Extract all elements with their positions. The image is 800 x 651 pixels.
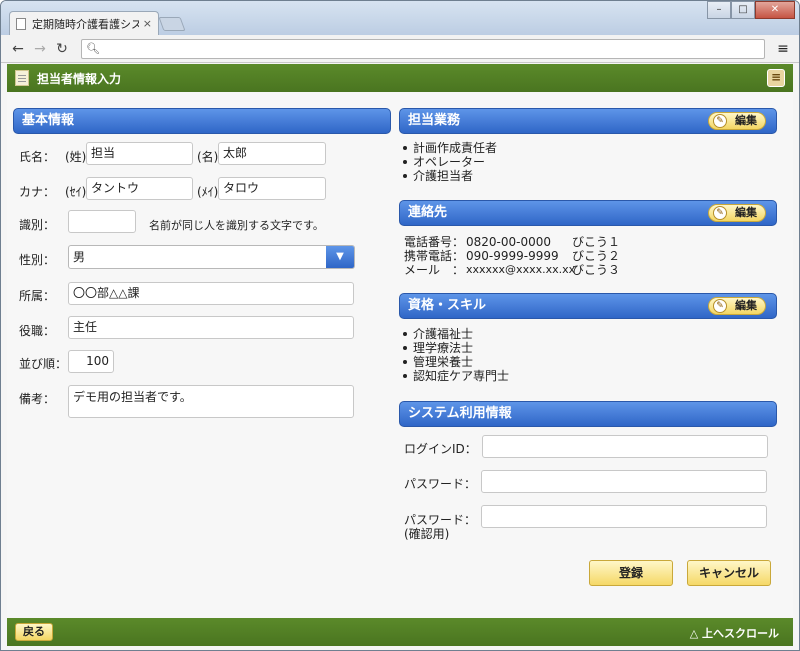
skills-header: 資格・スキル ✎ 編集 bbox=[399, 293, 777, 319]
contact-note: びこう３ bbox=[572, 263, 621, 277]
browser-toolbar: ← → ↻ 🔍︎ ≡ bbox=[1, 35, 799, 63]
contact-label: 電話番号： bbox=[404, 235, 465, 249]
kana-sei-label: (ｾｲ) bbox=[65, 185, 87, 199]
browser-window: 定期随時介護看護システ × – □ ✕ ← → ↻ 🔍︎ ≡ 担当者情報入力 ≡… bbox=[0, 0, 800, 651]
tab-close-icon[interactable]: × bbox=[143, 17, 152, 30]
contact-title: 連絡先 bbox=[408, 205, 448, 220]
contact-header: 連絡先 ✎ 編集 bbox=[399, 200, 777, 226]
mei-label: (名) bbox=[197, 150, 219, 164]
password-confirm-sub: (確認用) bbox=[404, 527, 450, 541]
order-label: 並び順： bbox=[19, 357, 68, 371]
duties-edit-button[interactable]: ✎ 編集 bbox=[708, 112, 766, 130]
basic-info-title: 基本情報 bbox=[22, 113, 75, 128]
gender-value: 男 bbox=[73, 250, 86, 264]
system-header: システム利用情報 bbox=[399, 401, 777, 427]
cancel-button[interactable]: キャンセル bbox=[687, 560, 771, 586]
skills-edit-button[interactable]: ✎ 編集 bbox=[708, 297, 766, 315]
header-menu-icon[interactable]: ≡ bbox=[767, 69, 785, 87]
sei-input[interactable]: 担当 bbox=[86, 142, 193, 165]
skills-list: 介護福祉士 理学療法士 管理栄養士 認知症ケア専門士 bbox=[399, 327, 509, 383]
login-id-input[interactable] bbox=[482, 435, 768, 458]
kana-mei-input[interactable]: タロウ bbox=[218, 177, 326, 200]
contact-row-phone: 電話番号： 0820-00-0000 びこう１ bbox=[404, 235, 620, 249]
password-label: パスワード： bbox=[404, 477, 477, 491]
contact-value: xxxxxx@xxxx.xx.xx bbox=[466, 263, 576, 276]
duties-list: 計画作成責任者 オペレーター 介護担当者 bbox=[399, 141, 497, 183]
system-title: システム利用情報 bbox=[408, 406, 512, 421]
document-icon bbox=[16, 17, 26, 30]
skills-edit-label: 編集 bbox=[735, 299, 757, 312]
scroll-top-link[interactable]: △ 上へスクロール bbox=[690, 625, 779, 641]
list-item: 介護福祉士 bbox=[399, 327, 509, 341]
password-input[interactable] bbox=[481, 470, 767, 493]
minimize-icon[interactable]: – bbox=[707, 1, 731, 19]
back-button[interactable]: 戻る bbox=[15, 623, 53, 641]
browser-menu-icon[interactable]: ≡ bbox=[773, 41, 793, 57]
close-icon[interactable]: ✕ bbox=[755, 1, 795, 19]
app-header: 担当者情報入力 ≡ bbox=[7, 64, 793, 92]
order-input[interactable]: 100 bbox=[68, 350, 114, 373]
maximize-icon[interactable]: □ bbox=[731, 1, 755, 19]
contact-label: メール ： bbox=[404, 263, 465, 277]
skills-title: 資格・スキル bbox=[408, 298, 487, 313]
browser-tab[interactable]: 定期随時介護看護システ × bbox=[9, 11, 159, 35]
back-arrow-icon[interactable]: ← bbox=[7, 38, 29, 60]
list-item: 管理栄養士 bbox=[399, 355, 509, 369]
password-confirm-input[interactable] bbox=[481, 505, 767, 528]
name-label: 氏名： bbox=[19, 150, 56, 164]
list-item: 介護担当者 bbox=[399, 169, 497, 183]
id-label: 識別： bbox=[19, 218, 56, 232]
dept-input[interactable]: 〇〇部△△課 bbox=[68, 282, 354, 305]
id-input[interactable] bbox=[68, 210, 136, 233]
list-item: オペレーター bbox=[399, 155, 497, 169]
list-item: 認知症ケア専門士 bbox=[399, 369, 509, 383]
contact-value: 090-9999-9999 bbox=[466, 249, 559, 263]
kana-label: カナ： bbox=[19, 185, 56, 199]
contact-note: びこう１ bbox=[572, 235, 621, 249]
contact-label: 携帯電話： bbox=[404, 249, 465, 263]
reload-icon[interactable]: ↻ bbox=[51, 38, 73, 60]
contact-row-email: メール ： xxxxxx@xxxx.xx.xx びこう３ bbox=[404, 263, 620, 277]
pencil-icon: ✎ bbox=[713, 114, 727, 128]
page-title: 担当者情報入力 bbox=[37, 71, 122, 86]
login-id-label: ログインID： bbox=[404, 442, 477, 456]
mei-input[interactable]: 太郎 bbox=[218, 142, 326, 165]
note-textarea[interactable]: デモ用の担当者です。 bbox=[68, 385, 354, 418]
search-icon: 🔍︎ bbox=[86, 42, 100, 55]
new-tab-button[interactable] bbox=[158, 17, 186, 31]
kana-mei-label: (ﾒｲ) bbox=[197, 185, 219, 199]
basic-info-header: 基本情報 bbox=[13, 108, 391, 134]
address-input[interactable] bbox=[103, 41, 760, 56]
contact-row-mobile: 携帯電話： 090-9999-9999 びこう２ bbox=[404, 249, 620, 263]
address-bar[interactable]: 🔍︎ bbox=[81, 38, 765, 59]
duties-edit-label: 編集 bbox=[735, 114, 757, 127]
note-label: 備考： bbox=[19, 392, 56, 406]
position-input[interactable]: 主任 bbox=[68, 316, 354, 339]
gender-select[interactable]: 男 ▼ bbox=[68, 245, 355, 269]
pencil-icon: ✎ bbox=[713, 299, 727, 313]
list-item: 理学療法士 bbox=[399, 341, 509, 355]
position-label: 役職： bbox=[19, 324, 56, 338]
contact-note: びこう２ bbox=[572, 249, 621, 263]
dept-label: 所属： bbox=[19, 289, 56, 303]
duties-title: 担当業務 bbox=[408, 113, 461, 128]
list-item: 計画作成責任者 bbox=[399, 141, 497, 155]
contact-edit-button[interactable]: ✎ 編集 bbox=[708, 204, 766, 222]
duties-header: 担当業務 ✎ 編集 bbox=[399, 108, 777, 134]
register-button[interactable]: 登録 bbox=[589, 560, 673, 586]
notepad-icon bbox=[15, 70, 29, 86]
gender-label: 性別： bbox=[19, 253, 56, 267]
chevron-down-icon[interactable]: ▼ bbox=[326, 246, 354, 268]
main-content: 基本情報 氏名： (姓) 担当 (名) 太郎 カナ： (ｾｲ) タントウ (ﾒｲ… bbox=[7, 92, 793, 618]
sei-label: (姓) bbox=[65, 150, 87, 164]
pencil-icon: ✎ bbox=[713, 206, 727, 220]
title-bar: 定期随時介護看護システ × – □ ✕ bbox=[1, 1, 799, 35]
kana-sei-input[interactable]: タントウ bbox=[86, 177, 193, 200]
footer-bar: 戻る △ 上へスクロール bbox=[7, 618, 793, 646]
id-hint: 名前が同じ人を識別する文字です。 bbox=[149, 219, 324, 232]
forward-arrow-icon[interactable]: → bbox=[29, 38, 51, 60]
contact-edit-label: 編集 bbox=[735, 206, 757, 219]
contact-value: 0820-00-0000 bbox=[466, 235, 552, 249]
tab-title: 定期随時介護看護システ bbox=[32, 17, 139, 31]
